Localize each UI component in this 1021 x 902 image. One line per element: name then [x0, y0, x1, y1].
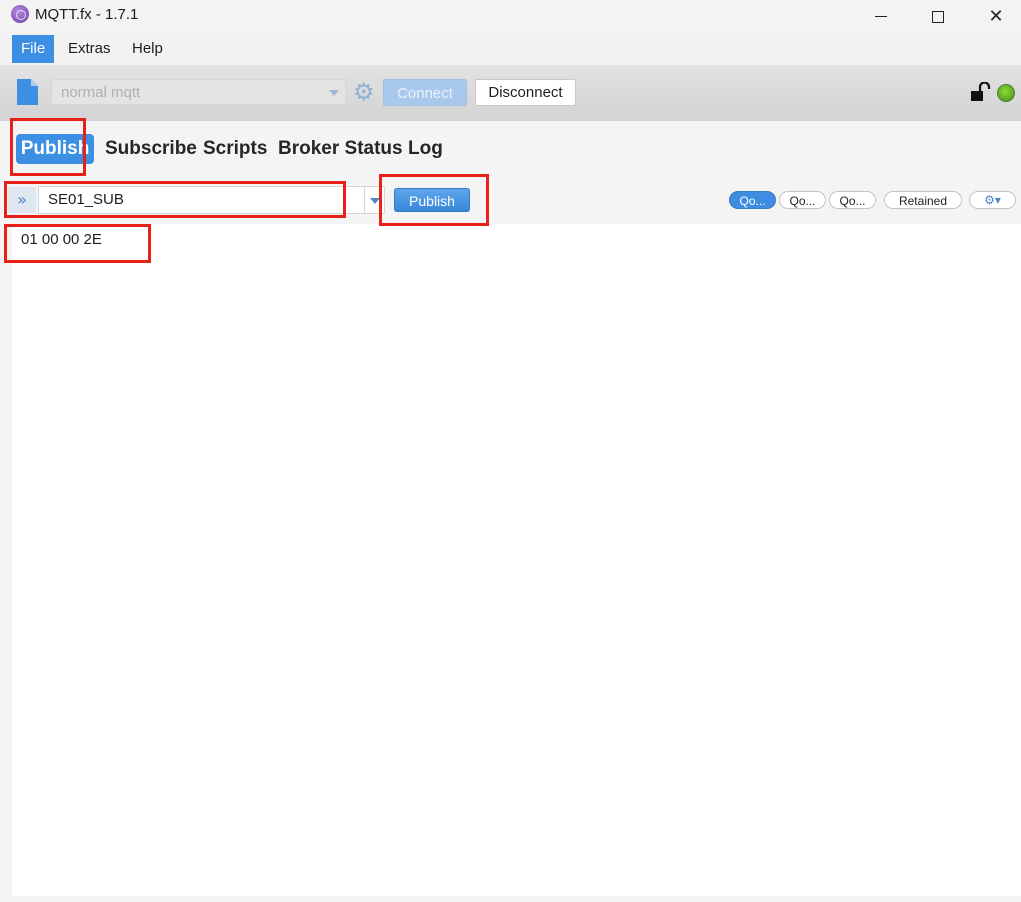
tab-bar: Publish Subscribe Scripts Broker Status … [0, 121, 1021, 176]
connection-status-indicator [997, 84, 1015, 102]
topic-input[interactable]: SE01_SUB [38, 186, 365, 214]
qos2-button[interactable]: Qo... [829, 191, 876, 209]
qos0-button[interactable]: Qo... [729, 191, 776, 209]
bottom-margin [0, 896, 1021, 902]
tab-log[interactable]: Log [408, 134, 443, 164]
tab-broker-status[interactable]: Broker Status [278, 134, 403, 164]
document-icon[interactable] [16, 78, 39, 106]
tab-subscribe[interactable]: Subscribe [105, 134, 197, 164]
unlock-icon [971, 82, 991, 101]
expand-icon[interactable]: » [8, 187, 36, 213]
menu-help[interactable]: Help [123, 35, 172, 63]
close-icon: ✕ [988, 5, 1004, 27]
connection-profile-select[interactable]: normal mqtt [51, 79, 346, 105]
maximize-icon [932, 10, 944, 23]
maximize-button[interactable] [909, 0, 967, 33]
connection-profile-value: normal mqtt [61, 84, 141, 101]
publish-button[interactable]: Publish [394, 188, 470, 212]
connection-toolbar: normal mqtt ⚙ Connect Disconnect [0, 65, 1021, 122]
chevron-down-icon [329, 90, 339, 96]
publish-topic-row: » SE01_SUB Publish Qo... Qo... Qo... Ret… [0, 176, 1021, 224]
title-bar: MQTT.fx - 1.7.1 ✕ [0, 0, 1021, 33]
minimize-icon [875, 16, 887, 17]
topic-history-dropdown[interactable] [365, 186, 385, 214]
menu-extras[interactable]: Extras [59, 35, 120, 63]
payload-editor[interactable]: 01 00 00 2E [12, 224, 1017, 896]
tab-publish[interactable]: Publish [16, 134, 94, 164]
mqttfx-logo-icon [11, 5, 29, 23]
menu-bar: File Extras Help [0, 33, 1021, 65]
close-button[interactable]: ✕ [967, 0, 1021, 33]
menu-file[interactable]: File [12, 35, 55, 63]
payload-text: 01 00 00 2E [21, 231, 102, 248]
window-title: MQTT.fx - 1.7.1 [35, 6, 139, 23]
settings-gear-icon[interactable]: ⚙ [353, 80, 375, 104]
publish-options-gear-icon[interactable]: ⚙▾ [969, 191, 1016, 209]
tab-scripts[interactable]: Scripts [203, 134, 267, 164]
qos1-button[interactable]: Qo... [779, 191, 826, 209]
left-margin [0, 224, 12, 896]
minimize-button[interactable] [852, 0, 910, 33]
disconnect-button[interactable]: Disconnect [475, 79, 576, 106]
connect-button[interactable]: Connect [383, 79, 467, 106]
retained-toggle[interactable]: Retained [884, 191, 962, 209]
